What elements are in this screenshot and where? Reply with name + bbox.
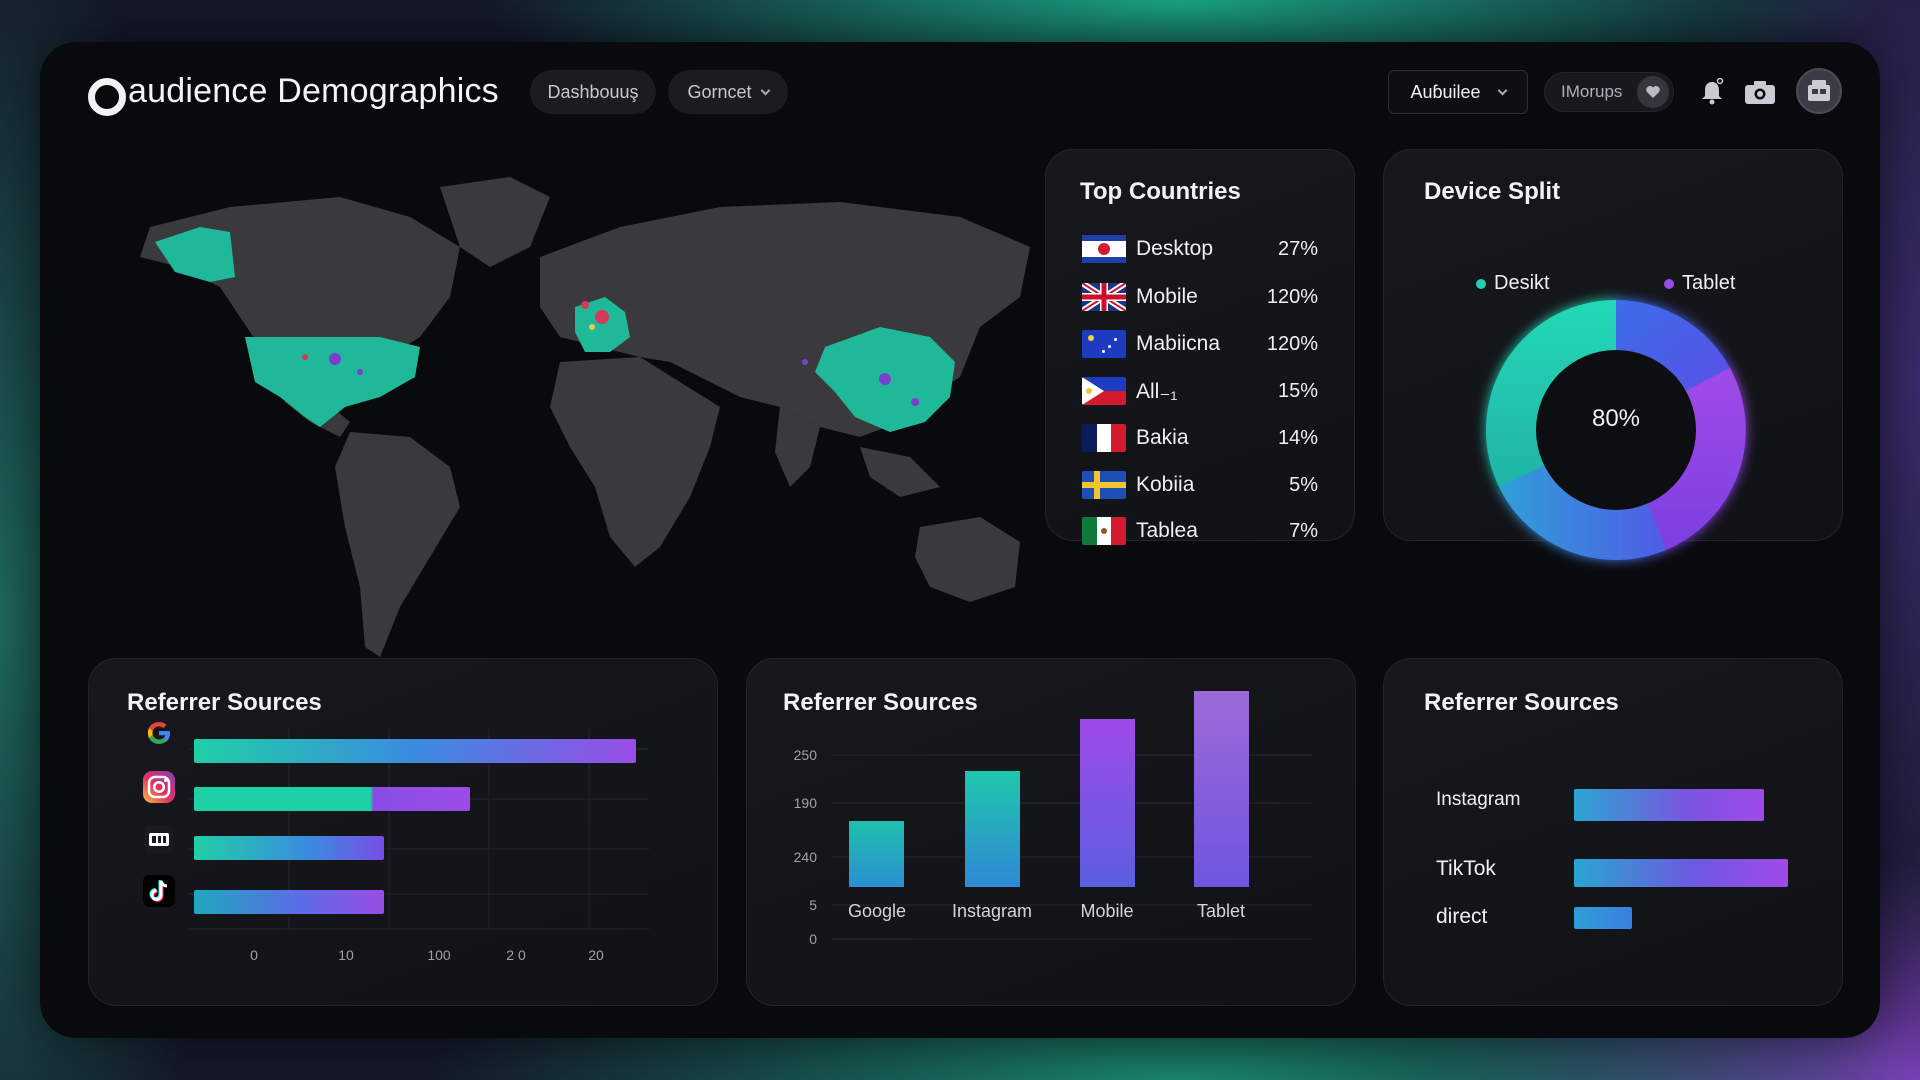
chevron-down-icon: [1497, 85, 1507, 95]
country-row[interactable]: All₋₁ 15%: [1082, 374, 1318, 408]
flag-sweden-icon: [1082, 471, 1126, 499]
country-name: Bakia: [1136, 426, 1189, 449]
country-row[interactable]: Desktop 27%: [1082, 232, 1318, 266]
x-tick: 10: [338, 947, 354, 963]
country-row[interactable]: Mobile 120%: [1082, 280, 1318, 314]
referrer-bar-google[interactable]: [194, 739, 636, 763]
country-name: All₋₁: [1136, 379, 1178, 403]
device-split-card: Device Split Desikt Tablet 80%: [1383, 149, 1843, 561]
instagram-icon: [141, 769, 177, 805]
vbar-mobile[interactable]: [1080, 719, 1135, 887]
country-pct: 120%: [1266, 332, 1318, 355]
x-category-label: Instagram: [951, 901, 1033, 921]
device-split-title: Device Split: [1424, 178, 1561, 205]
y-tick: 0: [809, 931, 817, 947]
referrer-sources-title-2: Referrer Sources: [783, 689, 978, 716]
vbar-tablet[interactable]: [1194, 691, 1249, 887]
country-name: Kobiia: [1136, 473, 1195, 496]
y-tick: 190: [793, 795, 817, 811]
referrer-label: TikTok: [1436, 857, 1496, 880]
groups-pill[interactable]: IMorups: [1544, 72, 1674, 112]
flag-france-icon: [1082, 424, 1126, 452]
y-tick: 5: [809, 897, 817, 913]
country-row[interactable]: Bakia 14%: [1082, 421, 1318, 455]
referrer-bar-instagram[interactable]: [1574, 789, 1764, 821]
flag-japan-stripe-icon: [1082, 235, 1126, 263]
country-pct: 7%: [1289, 519, 1318, 542]
y-tick: 250: [793, 747, 817, 763]
y-tick: 240: [793, 849, 817, 865]
avatar-icon[interactable]: [1796, 68, 1842, 114]
bell-icon[interactable]: [1692, 72, 1732, 112]
heart-icon[interactable]: [1637, 76, 1669, 108]
referrer-sources-card-3: Referrer Sources Instagram TikTok direct: [1383, 658, 1843, 1006]
camera-icon[interactable]: [1740, 72, 1780, 112]
country-row[interactable]: Tablea 7%: [1082, 514, 1318, 548]
referrer-bar-tiktok[interactable]: [194, 890, 384, 914]
x-tick: 100: [427, 947, 451, 963]
nav-pill-dropdown-label: Gorncet: [687, 81, 752, 102]
top-countries-title: Top Countries: [1080, 178, 1241, 205]
referrer-bar-instagram[interactable]: [194, 787, 470, 811]
logo-ring-icon: [88, 78, 126, 116]
nav-pill-dashboards[interactable]: Dashbouuş: [530, 70, 656, 114]
country-pct: 27%: [1277, 237, 1318, 260]
x-tick: 20: [588, 947, 604, 963]
chevron-down-icon: [760, 85, 770, 95]
referrer-sources-card-1: Referrer Sources 0 10 100 2 0 20: [88, 658, 718, 1006]
flag-blue-stars-icon: [1082, 330, 1126, 358]
tiktok-icon: [141, 873, 177, 909]
world-map[interactable]: [80, 147, 1040, 667]
referrer-label: Instagram: [1436, 789, 1521, 810]
flag-philippines-icon: [1082, 377, 1126, 405]
country-name: Mabiicna: [1136, 332, 1221, 355]
flag-mexico-icon: [1082, 517, 1126, 545]
referrer-bar-tiktok[interactable]: [1574, 859, 1788, 887]
dashboard-frame: audience Demographics Dashbouuş Gorncet …: [40, 42, 1880, 1038]
audience-select-label: Auɓuilee: [1410, 81, 1481, 102]
country-pct: 15%: [1277, 379, 1318, 402]
country-name: Mobile: [1136, 285, 1198, 308]
vbar-instagram[interactable]: [965, 771, 1020, 887]
nav-pill-dropdown[interactable]: Gorncet: [668, 70, 788, 114]
vbar-google[interactable]: [849, 821, 904, 887]
header: audience Demographics Dashbouuş Gorncet …: [40, 42, 1880, 142]
referrer-sources-title-1: Referrer Sources: [127, 689, 322, 716]
x-category-label: Google: [847, 901, 907, 921]
referrer-bar-browser[interactable]: [194, 836, 384, 860]
x-tick: 0: [250, 947, 258, 963]
referrer-bar-direct[interactable]: [1574, 907, 1632, 929]
country-row[interactable]: Kobiia 5%: [1082, 468, 1318, 502]
flag-uk-icon: [1082, 283, 1126, 311]
top-countries-card: Top Countries Desktop 27% Mobile 120% Ma…: [1045, 149, 1355, 545]
audience-select[interactable]: Auɓuilee: [1388, 70, 1528, 114]
country-name: Desktop: [1136, 237, 1214, 260]
country-pct: 14%: [1277, 426, 1318, 449]
nav-pill-dashboards-label: Dashbouuş: [547, 81, 639, 102]
country-pct: 120%: [1266, 285, 1318, 308]
referrer-sources-title-3: Referrer Sources: [1424, 689, 1619, 716]
google-icon: [141, 715, 177, 751]
country-pct: 5%: [1289, 473, 1318, 496]
referrer-label: direct: [1436, 905, 1488, 928]
page-title: audience Demographics: [128, 72, 499, 110]
groups-pill-label: IMorups: [1561, 82, 1623, 101]
donut-center-label: 80%: [1591, 405, 1641, 432]
x-category-label: Mobile: [1080, 901, 1134, 921]
country-name: Tablea: [1136, 519, 1198, 542]
referrer-sources-card-2: Referrer Sources 250 190 240 5 0 Google …: [746, 658, 1356, 1006]
x-category-label: Tablet: [1196, 901, 1246, 921]
country-row[interactable]: Mabiicna 120%: [1082, 327, 1318, 361]
x-tick: 2 0: [506, 947, 526, 963]
browser-icon: [141, 821, 177, 857]
